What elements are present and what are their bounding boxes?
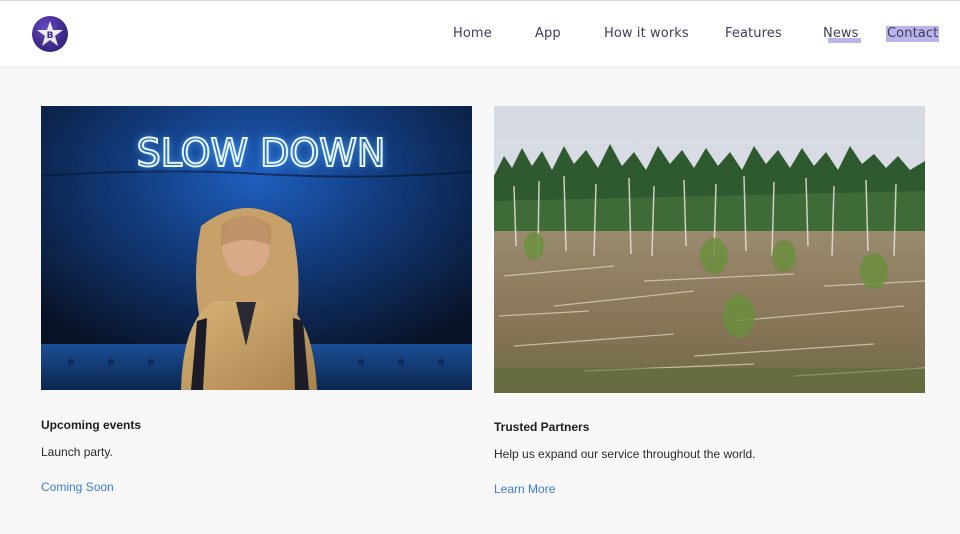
site-header: B Home App How it works Features News Co… [0,0,960,66]
neon-sign-text: SLOW DOWN [137,131,386,175]
nav-how-it-works[interactable]: How it works [604,26,689,42]
card-title-events: Upcoming events [41,418,142,432]
logo[interactable]: B [32,16,68,52]
learn-more-link[interactable]: Learn More [494,482,555,496]
card-text-partners: Help us expand our service throughout th… [494,447,756,461]
logo-letter: B [47,31,54,41]
nav-contact[interactable]: Contact [886,26,940,42]
forest-photo [494,106,925,393]
nav-home[interactable]: Home [453,26,492,42]
card-title-partners: Trusted Partners [494,420,590,434]
card-text-events: Launch party. [41,445,113,459]
nav-news[interactable]: News [823,26,859,42]
nav-app[interactable]: App [535,26,561,42]
nav-features[interactable]: Features [725,26,782,42]
event-photo: SLOW DOWN SLOW DOWN [41,106,472,390]
coming-soon-link[interactable]: Coming Soon [41,480,114,494]
star-badge-icon: B [37,21,63,46]
